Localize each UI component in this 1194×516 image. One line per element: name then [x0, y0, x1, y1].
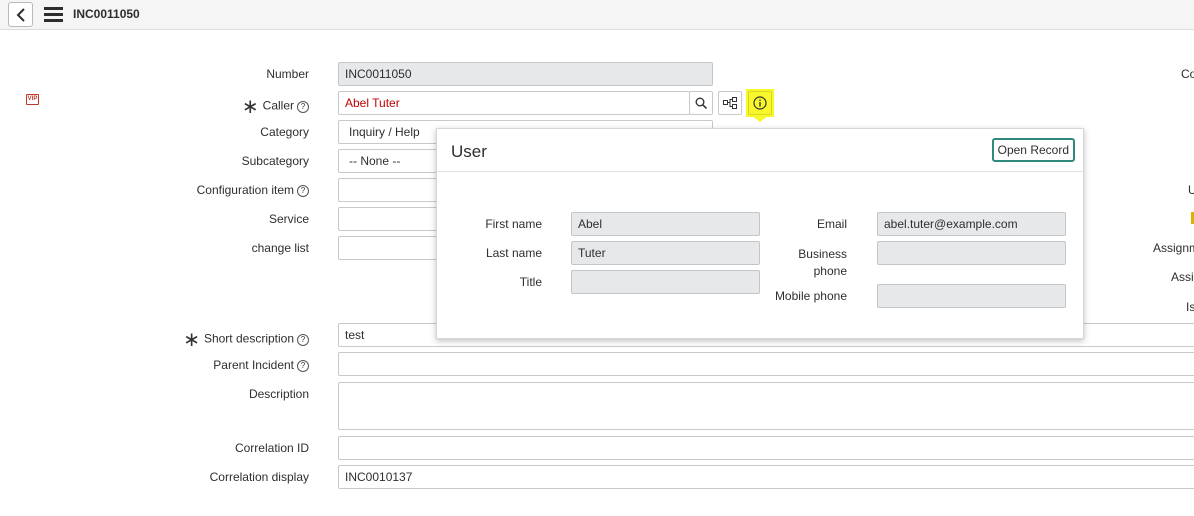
popup-divider: [437, 171, 1083, 172]
vip-badge-text: VIP: [27, 96, 38, 102]
first-name-field: Abel: [571, 212, 760, 236]
right-column-label: Co: [1181, 67, 1194, 81]
user-preview-popup: User Open Record First name Abel Last na…: [436, 128, 1084, 339]
vip-badge-icon: VIP: [26, 94, 39, 105]
right-column-label: Assignm: [1153, 241, 1194, 255]
required-indicator: ∗: [183, 329, 200, 351]
correlation-id-input[interactable]: [338, 436, 1194, 460]
help-icon[interactable]: ?: [297, 359, 309, 372]
info-highlight-pointer: [752, 116, 768, 122]
parent-incident-input[interactable]: [338, 352, 1194, 376]
title-field: [571, 270, 760, 294]
number-label: Number: [266, 67, 309, 81]
category-label: Category: [260, 125, 309, 139]
change-list-label: change list: [251, 241, 309, 255]
help-icon[interactable]: ?: [297, 333, 309, 346]
correlation-display-label: Correlation display: [209, 470, 309, 484]
service-label: Service: [268, 212, 309, 226]
correlation-id-label: Correlation ID: [234, 441, 309, 455]
caller-input[interactable]: Abel Tuter: [338, 91, 690, 115]
hierarchy-icon: [723, 97, 737, 109]
last-name-label: Last name: [485, 246, 542, 260]
right-column-label: U: [1188, 183, 1194, 197]
info-icon: [753, 96, 767, 110]
search-icon: [695, 97, 707, 109]
configuration-item-label: Configuration item?: [180, 183, 309, 197]
required-indicator: ∗: [241, 96, 259, 118]
caller-label: ∗ Caller?: [180, 94, 309, 119]
mobile-phone-field: [877, 284, 1066, 308]
chevron-left-icon: [16, 7, 25, 22]
caller-info-button[interactable]: [748, 91, 772, 115]
back-button[interactable]: [8, 2, 33, 27]
subcategory-label: Subcategory: [241, 154, 309, 168]
form-header: INC0011050: [0, 0, 1194, 30]
email-field: abel.tuter@example.com: [877, 212, 1066, 236]
number-field: INC0011050: [338, 62, 713, 86]
hamburger-menu-icon[interactable]: [44, 7, 63, 22]
right-column-label: Is: [1186, 300, 1194, 314]
show-related-button[interactable]: [718, 91, 742, 115]
email-label: Email: [816, 217, 847, 231]
title-label: Title: [519, 275, 542, 289]
first-name-label: First name: [485, 217, 542, 231]
business-phone-label: Business phone: [798, 247, 847, 278]
record-title: INC0011050: [73, 7, 140, 21]
help-icon[interactable]: ?: [297, 184, 309, 197]
right-column-label: Assig: [1171, 270, 1194, 284]
description-textarea[interactable]: [338, 382, 1194, 430]
parent-incident-label: Parent Incident?: [170, 358, 309, 372]
help-icon[interactable]: ?: [297, 100, 309, 113]
caller-lookup-button[interactable]: [689, 91, 713, 115]
description-label: Description: [248, 387, 309, 401]
popup-title: User: [451, 142, 487, 161]
open-record-button[interactable]: Open Record: [991, 138, 1075, 162]
business-phone-field: [877, 241, 1066, 265]
correlation-display-input[interactable]: INC0010137: [338, 465, 1194, 489]
short-description-label: ∗ Short description?: [170, 327, 309, 352]
last-name-field: Tuter: [571, 241, 760, 265]
mobile-phone-label: Mobile phone: [774, 289, 847, 303]
